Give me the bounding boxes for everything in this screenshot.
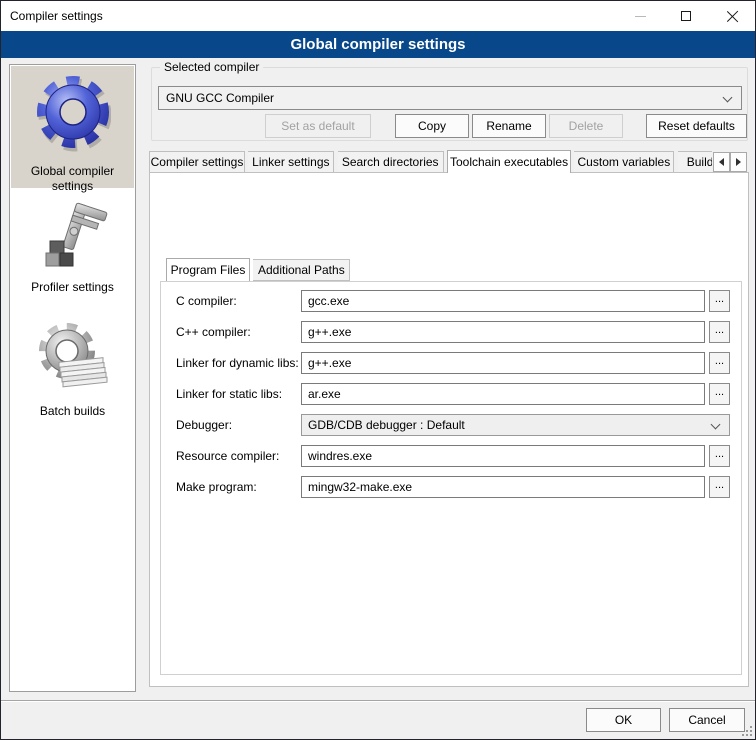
minimize-icon: [635, 16, 646, 17]
window-title: Compiler settings: [10, 9, 103, 23]
footer-separator: [1, 700, 756, 702]
browse-button[interactable]: ...: [709, 290, 730, 312]
field-row-static-linker: Linker for static libs: ar.exe ...: [1, 383, 756, 405]
chevron-down-icon: [711, 420, 721, 430]
settings-tab-strip: Compiler settings Linker settings Search…: [149, 150, 712, 173]
maximize-button[interactable]: [663, 1, 709, 31]
field-row-c-compiler: C compiler: gcc.exe ...: [1, 290, 756, 312]
ok-button[interactable]: OK: [586, 708, 661, 732]
tab-build-options[interactable]: Build options: [678, 151, 712, 173]
static-linker-input[interactable]: ar.exe: [301, 383, 705, 405]
arrow-left-icon: [719, 158, 724, 166]
title-bar[interactable]: Compiler settings: [1, 1, 755, 31]
tab-compiler-settings[interactable]: Compiler settings: [149, 151, 245, 173]
sidebar-item-global-compiler-settings[interactable]: Global compiler settings: [11, 66, 134, 188]
resource-compiler-input[interactable]: windres.exe: [301, 445, 705, 467]
compiler-settings-dialog: Compiler settings Global compiler settin…: [0, 0, 756, 740]
browse-button[interactable]: ...: [709, 383, 730, 405]
maximize-icon: [681, 11, 691, 21]
compiler-select[interactable]: GNU GCC Compiler: [158, 86, 742, 110]
reset-defaults-button[interactable]: Reset defaults: [646, 114, 747, 138]
field-row-debugger: Debugger: GDB/CDB debugger : Default: [1, 414, 756, 436]
tab-toolchain-executables[interactable]: Toolchain executables: [447, 150, 571, 173]
debugger-select[interactable]: GDB/CDB debugger : Default: [301, 414, 730, 436]
chevron-down-icon: [723, 93, 733, 103]
sidebar-item-profiler-settings[interactable]: Profiler settings: [11, 193, 134, 301]
tab-scroll-right-button[interactable]: [730, 152, 747, 172]
set-as-default-button[interactable]: Set as default: [265, 114, 371, 138]
field-label: Linker for dynamic libs:: [176, 356, 299, 370]
tab-linker-settings[interactable]: Linker settings: [248, 151, 334, 173]
c-compiler-input[interactable]: gcc.exe: [301, 290, 705, 312]
make-program-input[interactable]: mingw32-make.exe: [301, 476, 705, 498]
rename-button[interactable]: Rename: [472, 114, 546, 138]
caliper-icon: [38, 201, 108, 276]
field-row-cpp-compiler: C++ compiler: g++.exe ...: [1, 321, 756, 343]
field-row-resource-compiler: Resource compiler: windres.exe ...: [1, 445, 756, 467]
dynamic-linker-input[interactable]: g++.exe: [301, 352, 705, 374]
group-label: Selected compiler: [160, 60, 263, 74]
resize-grip[interactable]: [742, 726, 752, 736]
tab-custom-variables[interactable]: Custom variables: [574, 151, 674, 173]
cpp-compiler-input[interactable]: g++.exe: [301, 321, 705, 343]
tab-search-directories[interactable]: Search directories: [338, 151, 444, 173]
copy-button[interactable]: Copy: [395, 114, 469, 138]
settings-category-list: Global compiler settings: [9, 64, 136, 692]
field-row-make-program: Make program: mingw32-make.exe ...: [1, 476, 756, 498]
delete-button[interactable]: Delete: [549, 114, 623, 138]
minimize-button[interactable]: [617, 1, 663, 31]
browse-button[interactable]: ...: [709, 321, 730, 343]
field-label: Debugger:: [176, 418, 232, 432]
field-label: Make program:: [176, 480, 257, 494]
close-icon: [726, 10, 739, 23]
browse-button[interactable]: ...: [709, 445, 730, 467]
tab-program-files[interactable]: Program Files: [166, 258, 250, 281]
tab-additional-paths[interactable]: Additional Paths: [253, 259, 350, 281]
field-label: C compiler:: [176, 294, 237, 308]
browse-button[interactable]: ...: [709, 476, 730, 498]
dialog-header-title: Global compiler settings: [290, 36, 465, 53]
dialog-header: Global compiler settings: [1, 31, 755, 58]
blue-gear-icon: [35, 71, 111, 160]
sidebar-item-label: Global compiler settings: [11, 164, 134, 194]
close-button[interactable]: [709, 1, 755, 31]
arrow-right-icon: [736, 158, 741, 166]
field-label: Linker for static libs:: [176, 387, 282, 401]
cancel-button[interactable]: Cancel: [669, 708, 745, 732]
programs-tab-strip: Program Files Additional Paths: [166, 258, 350, 281]
field-label: C++ compiler:: [176, 325, 251, 339]
compiler-select-value: GNU GCC Compiler: [166, 91, 274, 105]
browse-button[interactable]: ...: [709, 352, 730, 374]
field-row-dynamic-linker: Linker for dynamic libs: g++.exe ...: [1, 352, 756, 374]
field-label: Resource compiler:: [176, 449, 279, 463]
tab-scroll-left-button[interactable]: [713, 152, 730, 172]
